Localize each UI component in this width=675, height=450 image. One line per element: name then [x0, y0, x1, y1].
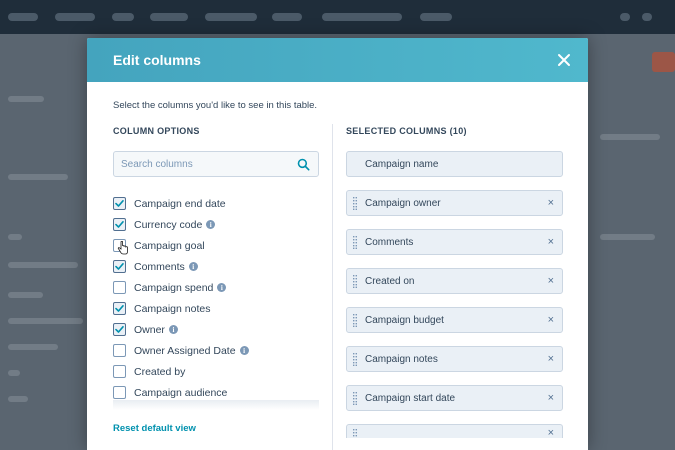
selected-column-item[interactable]: Comments ×	[346, 229, 563, 255]
drag-handle-icon[interactable]	[353, 314, 357, 327]
selected-column-item[interactable]: Campaign notes ×	[346, 346, 563, 372]
info-icon[interactable]: i	[188, 262, 198, 271]
selected-column-item[interactable]: Created on ×	[346, 268, 563, 294]
checkbox[interactable]	[113, 323, 126, 336]
selected-column-item[interactable]: Campaign owner ×	[346, 190, 563, 216]
column-option-label: Owner	[134, 323, 165, 336]
checkbox[interactable]	[113, 281, 126, 294]
column-options-heading: COLUMN OPTIONS	[113, 126, 200, 136]
remove-column-button[interactable]: ×	[548, 198, 554, 209]
column-option[interactable]: Campaign goal	[113, 235, 323, 256]
column-option-label: Campaign goal	[134, 239, 205, 252]
close-button[interactable]	[554, 50, 574, 70]
close-icon	[558, 54, 570, 66]
selected-column-item[interactable]: Campaign start date ×	[346, 385, 563, 411]
search-box	[113, 151, 319, 177]
column-divider	[332, 124, 333, 450]
remove-column-button[interactable]: ×	[548, 393, 554, 404]
selected-column-label: Campaign notes	[365, 354, 438, 365]
column-option[interactable]: Owner Assigned Date i	[113, 340, 323, 361]
search-icon[interactable]	[297, 158, 310, 171]
drag-handle-icon[interactable]	[353, 197, 357, 210]
remove-column-button[interactable]: ×	[548, 428, 554, 439]
column-option-label: Campaign spend	[134, 281, 214, 294]
selected-columns-heading: SELECTED COLUMNS (10)	[346, 126, 467, 136]
selected-column-label: Comments	[365, 237, 414, 248]
remove-column-button[interactable]: ×	[548, 354, 554, 365]
checkmark-icon	[115, 326, 124, 333]
selected-column-item: Campaign name	[346, 151, 563, 177]
column-option-label: Campaign notes	[134, 302, 211, 315]
remove-column-button[interactable]: ×	[548, 315, 554, 326]
column-option-label: Created by	[134, 365, 186, 378]
column-option-label: Currency code	[134, 218, 203, 231]
remove-column-button[interactable]: ×	[548, 276, 554, 287]
drag-handle-icon[interactable]	[353, 275, 357, 288]
checkbox[interactable]	[113, 260, 126, 273]
modal-title: Edit columns	[113, 52, 201, 68]
selected-column-item[interactable]: Campaign budget ×	[346, 307, 563, 333]
checkmark-icon	[115, 305, 124, 312]
remove-column-button[interactable]: ×	[548, 237, 554, 248]
drag-handle-icon[interactable]	[353, 392, 357, 405]
drag-handle-icon[interactable]	[353, 429, 357, 439]
selected-column-label: Created on	[365, 276, 415, 287]
column-options-list: Campaign end date Currency code i Campaig…	[113, 193, 323, 403]
column-option[interactable]: Currency code i	[113, 214, 323, 235]
column-option-label: Campaign audience	[134, 386, 228, 399]
checkmark-icon	[115, 200, 124, 207]
checkbox[interactable]	[113, 386, 126, 399]
column-option-label: Owner Assigned Date	[134, 344, 236, 357]
info-icon[interactable]: i	[168, 325, 178, 334]
list-scroll-fade	[113, 400, 319, 410]
info-icon[interactable]: i	[206, 220, 216, 229]
background-primary-button	[652, 52, 675, 72]
selected-column-label: Campaign name	[365, 159, 439, 170]
checkbox[interactable]	[113, 365, 126, 378]
hand-cursor-icon	[117, 241, 128, 255]
column-option-label: Comments	[134, 260, 185, 273]
column-option[interactable]: Created by	[113, 361, 323, 382]
checkmark-icon	[115, 263, 124, 270]
checkbox[interactable]	[113, 218, 126, 231]
checkmark-icon	[115, 221, 124, 228]
selected-column-label: Campaign owner	[365, 198, 441, 209]
column-option[interactable]: Campaign notes	[113, 298, 323, 319]
checkbox[interactable]	[113, 302, 126, 315]
drag-handle-icon[interactable]	[353, 236, 357, 249]
selected-column-label: Campaign start date	[365, 393, 456, 404]
search-input[interactable]	[114, 152, 294, 176]
selected-column-item-partial[interactable]: ×	[346, 424, 563, 439]
modal-header: Edit columns	[87, 38, 588, 82]
edit-columns-modal: Edit columns Select the columns you'd li…	[87, 38, 588, 450]
drag-handle-icon[interactable]	[353, 353, 357, 366]
reset-default-view-link[interactable]: Reset default view	[113, 423, 196, 434]
checkbox[interactable]	[113, 344, 126, 357]
column-option[interactable]: Campaign spend i	[113, 277, 323, 298]
checkbox[interactable]	[113, 197, 126, 210]
column-option-label: Campaign end date	[134, 197, 226, 210]
selected-column-label: Campaign budget	[365, 315, 444, 326]
info-icon[interactable]: i	[217, 283, 227, 292]
column-option[interactable]: Campaign end date	[113, 193, 323, 214]
background-top-nav	[0, 0, 675, 34]
info-icon[interactable]: i	[239, 346, 249, 355]
column-option[interactable]: Comments i	[113, 256, 323, 277]
column-option[interactable]: Owner i	[113, 319, 323, 340]
instructions-text: Select the columns you'd like to see in …	[113, 100, 318, 111]
